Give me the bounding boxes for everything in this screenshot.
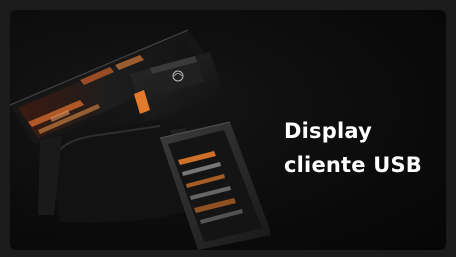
customer-display [159, 121, 270, 250]
caption-line-2: cliente USB [284, 153, 423, 177]
product-card-inner: Display cliente USB [10, 10, 446, 250]
product-photo [10, 29, 270, 250]
caption-line-1: Display [284, 119, 372, 143]
product-card[interactable]: Display cliente USB [0, 0, 456, 257]
product-caption: Display cliente USB [284, 114, 444, 182]
